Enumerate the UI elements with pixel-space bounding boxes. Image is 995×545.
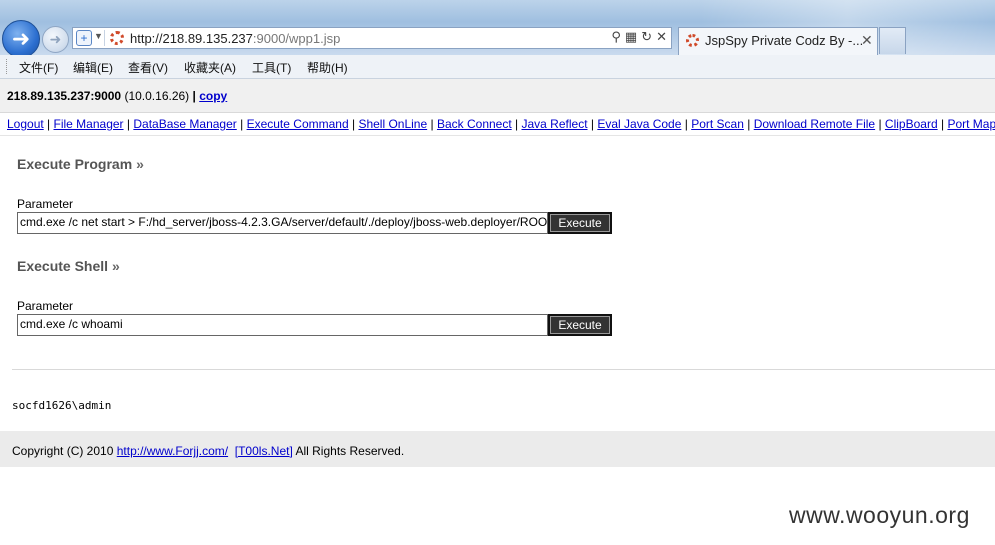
tab-close-icon[interactable]: ✕ bbox=[861, 32, 873, 49]
content-divider bbox=[12, 369, 995, 370]
nav-links: Logout | File Manager | DataBase Manager… bbox=[7, 117, 995, 131]
page-content: 218.89.135.237:9000 (10.0.16.26) | copy … bbox=[0, 79, 995, 545]
nav-eval-java-code[interactable]: Eval Java Code bbox=[597, 117, 681, 131]
execute-shell-input[interactable]: cmd.exe /c whoami bbox=[17, 314, 548, 336]
nav-divider bbox=[0, 135, 995, 136]
execute-shell-param-label: Parameter bbox=[17, 299, 74, 313]
refresh-icon[interactable]: ↻ bbox=[641, 29, 652, 45]
footer-copyright: Copyright (C) 2010 bbox=[12, 444, 114, 458]
nav-port-scan[interactable]: Port Scan bbox=[691, 117, 744, 131]
execute-shell-title-text: Execute Shell bbox=[17, 258, 109, 274]
nav-clipboard[interactable]: ClipBoard bbox=[885, 117, 938, 131]
menu-bar: 文件(F) 编辑(E) 查看(V) 收藏夹(A) 工具(T) 帮助(H) bbox=[0, 55, 995, 79]
nav-database-manager[interactable]: DataBase Manager bbox=[133, 117, 236, 131]
menu-help[interactable]: 帮助(H) bbox=[307, 59, 348, 76]
host-bar: 218.89.135.237:9000 (10.0.16.26) | copy bbox=[0, 79, 995, 113]
new-tab-button[interactable] bbox=[879, 27, 906, 54]
arrow-right-icon: ➜ bbox=[49, 31, 62, 47]
footer-text: Copyright (C) 2010 http://www.Forjj.com/… bbox=[12, 444, 404, 458]
execute-program-input[interactable]: cmd.exe /c net start > F:/hd_server/jbos… bbox=[17, 212, 548, 234]
search-icon[interactable]: ⚲ bbox=[611, 29, 621, 45]
compatibility-shield-icon[interactable]: + bbox=[76, 30, 92, 46]
menu-view[interactable]: 查看(V) bbox=[128, 59, 168, 76]
nav-logout[interactable]: Logout bbox=[7, 117, 44, 131]
host-address: 218.89.135.237:9000 bbox=[7, 89, 122, 103]
nav-back-connect[interactable]: Back Connect bbox=[437, 117, 512, 131]
tab-title: JspSpy Private Codz By -... bbox=[705, 33, 864, 48]
execute-shell-button[interactable]: Execute bbox=[548, 314, 612, 336]
tab-loading-icon bbox=[686, 34, 699, 47]
nav-port-map[interactable]: Port Map bbox=[947, 117, 995, 131]
forward-button[interactable]: ➜ bbox=[42, 26, 69, 53]
footer-link-t00ls[interactable]: [T00ls.Net] bbox=[235, 444, 293, 458]
footer-rights: All Rights Reserved. bbox=[295, 444, 405, 458]
menu-tools[interactable]: 工具(T) bbox=[252, 59, 291, 76]
section-arrow-icon: » bbox=[136, 156, 144, 172]
nav-execute-command[interactable]: Execute Command bbox=[247, 117, 349, 131]
nav-download-remote-file[interactable]: Download Remote File bbox=[754, 117, 875, 131]
back-button[interactable]: ➜ bbox=[2, 20, 40, 58]
command-output: socfd1626\admin bbox=[12, 399, 112, 412]
host-info: 218.89.135.237:9000 (10.0.16.26) | copy bbox=[7, 89, 227, 103]
nav-java-reflect[interactable]: Java Reflect bbox=[522, 117, 588, 131]
arrow-left-icon: ➜ bbox=[11, 26, 31, 51]
menu-grip bbox=[6, 59, 10, 74]
address-separator bbox=[104, 30, 105, 46]
chevron-down-icon[interactable]: ▼ bbox=[94, 31, 103, 41]
menu-edit[interactable]: 编辑(E) bbox=[73, 59, 113, 76]
menu-favorites[interactable]: 收藏夹(A) bbox=[184, 59, 236, 76]
menu-file[interactable]: 文件(F) bbox=[19, 59, 58, 76]
nav-file-manager[interactable]: File Manager bbox=[54, 117, 124, 131]
execute-program-param-label: Parameter bbox=[17, 197, 74, 211]
host-internal-ip: (10.0.16.26) bbox=[124, 89, 190, 103]
address-bar[interactable]: + ▼ http://218.89.135.237:9000/wpp1.jsp … bbox=[72, 27, 672, 49]
browser-tab-active[interactable]: JspSpy Private Codz By -... ✕ bbox=[678, 27, 878, 55]
execute-program-title-text: Execute Program bbox=[17, 156, 133, 172]
stop-icon[interactable]: ✕ bbox=[656, 29, 667, 45]
address-tools: ⚲ ▦ ↻ ✕ bbox=[611, 29, 667, 45]
browser-title-bar: ➜ ➜ + ▼ http://218.89.135.237:9000/wpp1.… bbox=[0, 0, 995, 58]
footer-link-forjj[interactable]: http://www.Forjj.com/ bbox=[117, 444, 228, 458]
section-arrow-icon: » bbox=[111, 258, 120, 274]
watermark: www.wooyun.org bbox=[789, 502, 970, 528]
nav-shell-online[interactable]: Shell OnLine bbox=[358, 117, 427, 131]
copy-link[interactable]: copy bbox=[199, 89, 227, 103]
execute-program-title: Execute Program » bbox=[17, 156, 144, 172]
footer: Copyright (C) 2010 http://www.Forjj.com/… bbox=[0, 431, 995, 467]
address-url[interactable]: http://218.89.135.237:9000/wpp1.jsp bbox=[130, 31, 340, 46]
host-separator: | bbox=[192, 89, 196, 103]
url-host: http://218.89.135.237 bbox=[130, 31, 253, 46]
execute-program-button[interactable]: Execute bbox=[548, 212, 612, 234]
loading-spinner-icon bbox=[110, 31, 124, 45]
compatibility-view-icon[interactable]: ▦ bbox=[625, 29, 637, 45]
execute-shell-title: Execute Shell » bbox=[17, 258, 120, 274]
url-path: :9000/wpp1.jsp bbox=[252, 31, 341, 46]
